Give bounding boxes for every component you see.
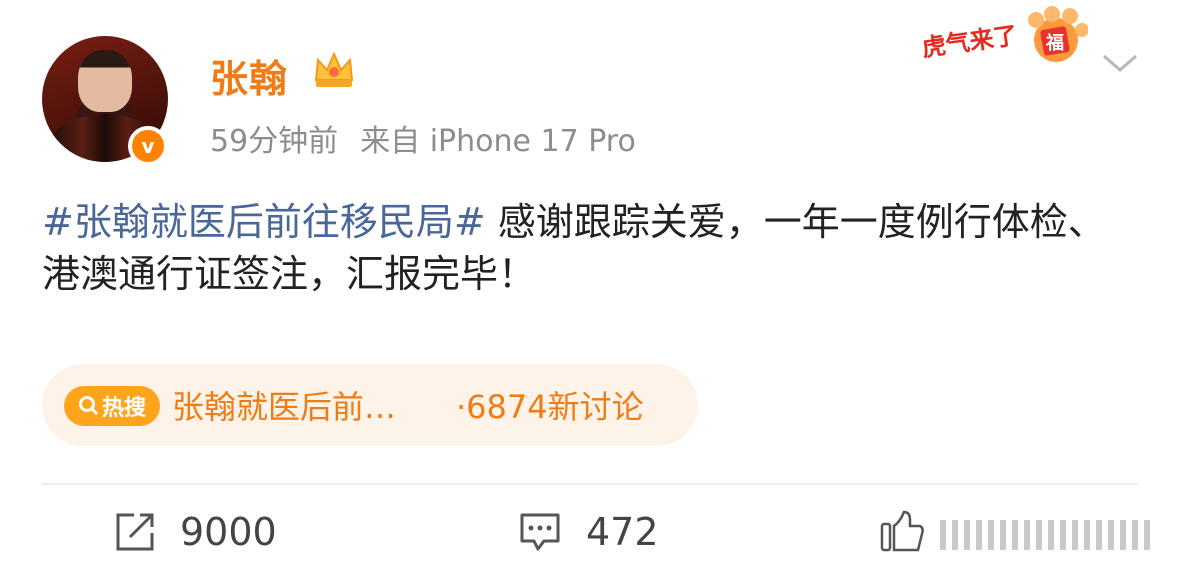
repost-count: 9000 <box>180 510 277 554</box>
post-meta: 59分钟前 来自 iPhone 17 Pro <box>210 116 658 160</box>
avatar-head <box>78 50 132 112</box>
chevron-down-icon[interactable] <box>1100 48 1140 78</box>
svg-text:虎气来了: 虎气来了 <box>920 21 1019 62</box>
hashtag-link[interactable]: #张翰就医后前往移民局# <box>42 200 486 244</box>
repost-icon <box>116 513 154 551</box>
svg-text:福: 福 <box>1045 32 1064 54</box>
crown-icon <box>314 51 354 87</box>
post-time: 59分钟前 <box>210 124 339 159</box>
post-content: #张翰就医后前往移民局# 感谢跟踪关爱，一年一度例行体检、港澳通行证签注，汇报完… <box>42 196 1142 300</box>
hot-search-count: ·6874新讨论 <box>456 388 644 426</box>
hot-search-title[interactable]: 张翰就医后前… <box>172 382 396 428</box>
verified-icon: v <box>128 126 168 166</box>
search-icon <box>78 396 99 416</box>
hot-search-tag-label: 热搜 <box>101 396 146 421</box>
repost-button[interactable]: 9000 <box>114 510 277 554</box>
comment-count: 472 <box>586 510 659 554</box>
post-source: 来自 iPhone 17 Pro <box>360 124 636 159</box>
tiger-badge-icon: 虎气来了 福 <box>920 6 1088 62</box>
like-button[interactable] <box>880 510 1170 560</box>
comment-icon <box>520 513 560 551</box>
username[interactable]: 张翰 <box>210 48 288 103</box>
hot-search-tag: 热搜 <box>64 386 160 426</box>
divider <box>42 483 1137 485</box>
comment-button[interactable]: 472 <box>518 510 659 554</box>
